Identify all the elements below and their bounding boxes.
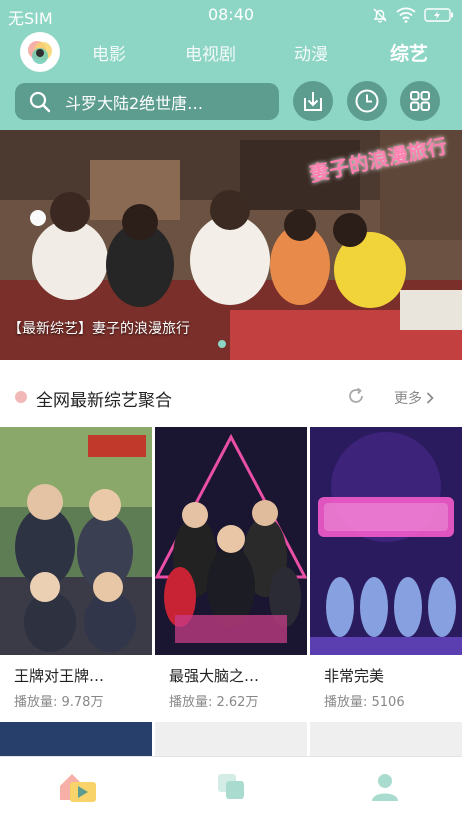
tab-tv-series[interactable]: 电视剧 [185,40,236,65]
category-nav: 电影 电视剧 动漫 综艺 [0,30,462,76]
more-link[interactable]: 更多 [394,388,434,408]
download-button[interactable] [293,81,333,121]
tab-variety[interactable]: 综艺 [390,39,428,66]
search-input[interactable]: 斗罗大陆2绝世唐… [15,83,279,120]
history-button[interactable] [347,81,387,121]
search-icon [29,91,51,113]
grid-icon [410,91,430,111]
banner-caption: 【最新综艺】妻子的浪漫旅行 [8,321,190,337]
battery-icon [424,7,454,23]
tab-profile[interactable] [365,769,405,805]
bottom-tab-bar [0,756,462,816]
card-view-count: 播放量: 9.78万 [14,695,104,710]
category-icon [218,774,244,799]
download-icon [304,92,322,111]
section-title: 全网最新综艺聚合 [36,391,172,411]
search-row: 斗罗大陆2绝世唐… [0,80,462,124]
status-icons [372,6,454,24]
card-title: 王牌对王牌… [14,667,105,685]
profile-icon [372,774,398,801]
card-view-count: 播放量: 2.62万 [169,695,259,710]
carousel-indicator [218,340,226,348]
search-query: 斗罗大陆2绝世唐… [65,93,204,113]
banner-carousel[interactable]: 妻子的浪漫旅行 【最新综艺】妻子的浪漫旅行 [0,130,462,360]
variety-card[interactable]: 王牌对王牌… 播放量: 9.78万 [0,427,152,717]
card-title: 最强大脑之… [169,667,260,685]
section-header: 全网最新综艺聚合 更多 [0,372,462,422]
wifi-icon [396,7,416,23]
card-poster [155,427,307,655]
variety-card-partial[interactable] [0,722,152,756]
home-icon [60,774,96,802]
tab-anime[interactable]: 动漫 [294,40,328,65]
tab-category[interactable] [211,769,251,805]
status-bar: 无SIM 08:40 [0,0,462,30]
tab-home[interactable] [58,769,98,805]
card-poster [0,427,152,655]
variety-card-partial[interactable] [310,722,462,756]
refresh-icon[interactable] [346,386,366,410]
header: 无SIM 08:40 电影 电视剧 动漫 综艺 斗罗大陆2绝世唐… [0,0,462,130]
tab-movie[interactable]: 电影 [92,40,126,65]
card-title: 非常完美 [324,667,385,685]
alarm-off-icon [372,7,388,23]
variety-card[interactable]: 最强大脑之… 播放量: 2.62万 [155,427,307,717]
app-logo[interactable] [20,32,60,72]
app-logo-icon [28,41,52,64]
card-poster [310,427,462,655]
more-label: 更多 [394,391,422,407]
variety-card[interactable]: 非常完美 播放量: 5106 [310,427,462,717]
clock-icon [355,89,379,113]
chevron-right-icon [426,392,434,404]
section-dot [15,391,27,403]
card-view-count: 播放量: 5106 [324,695,405,710]
grid-menu-button[interactable] [400,81,440,121]
variety-card-partial[interactable] [155,722,307,756]
